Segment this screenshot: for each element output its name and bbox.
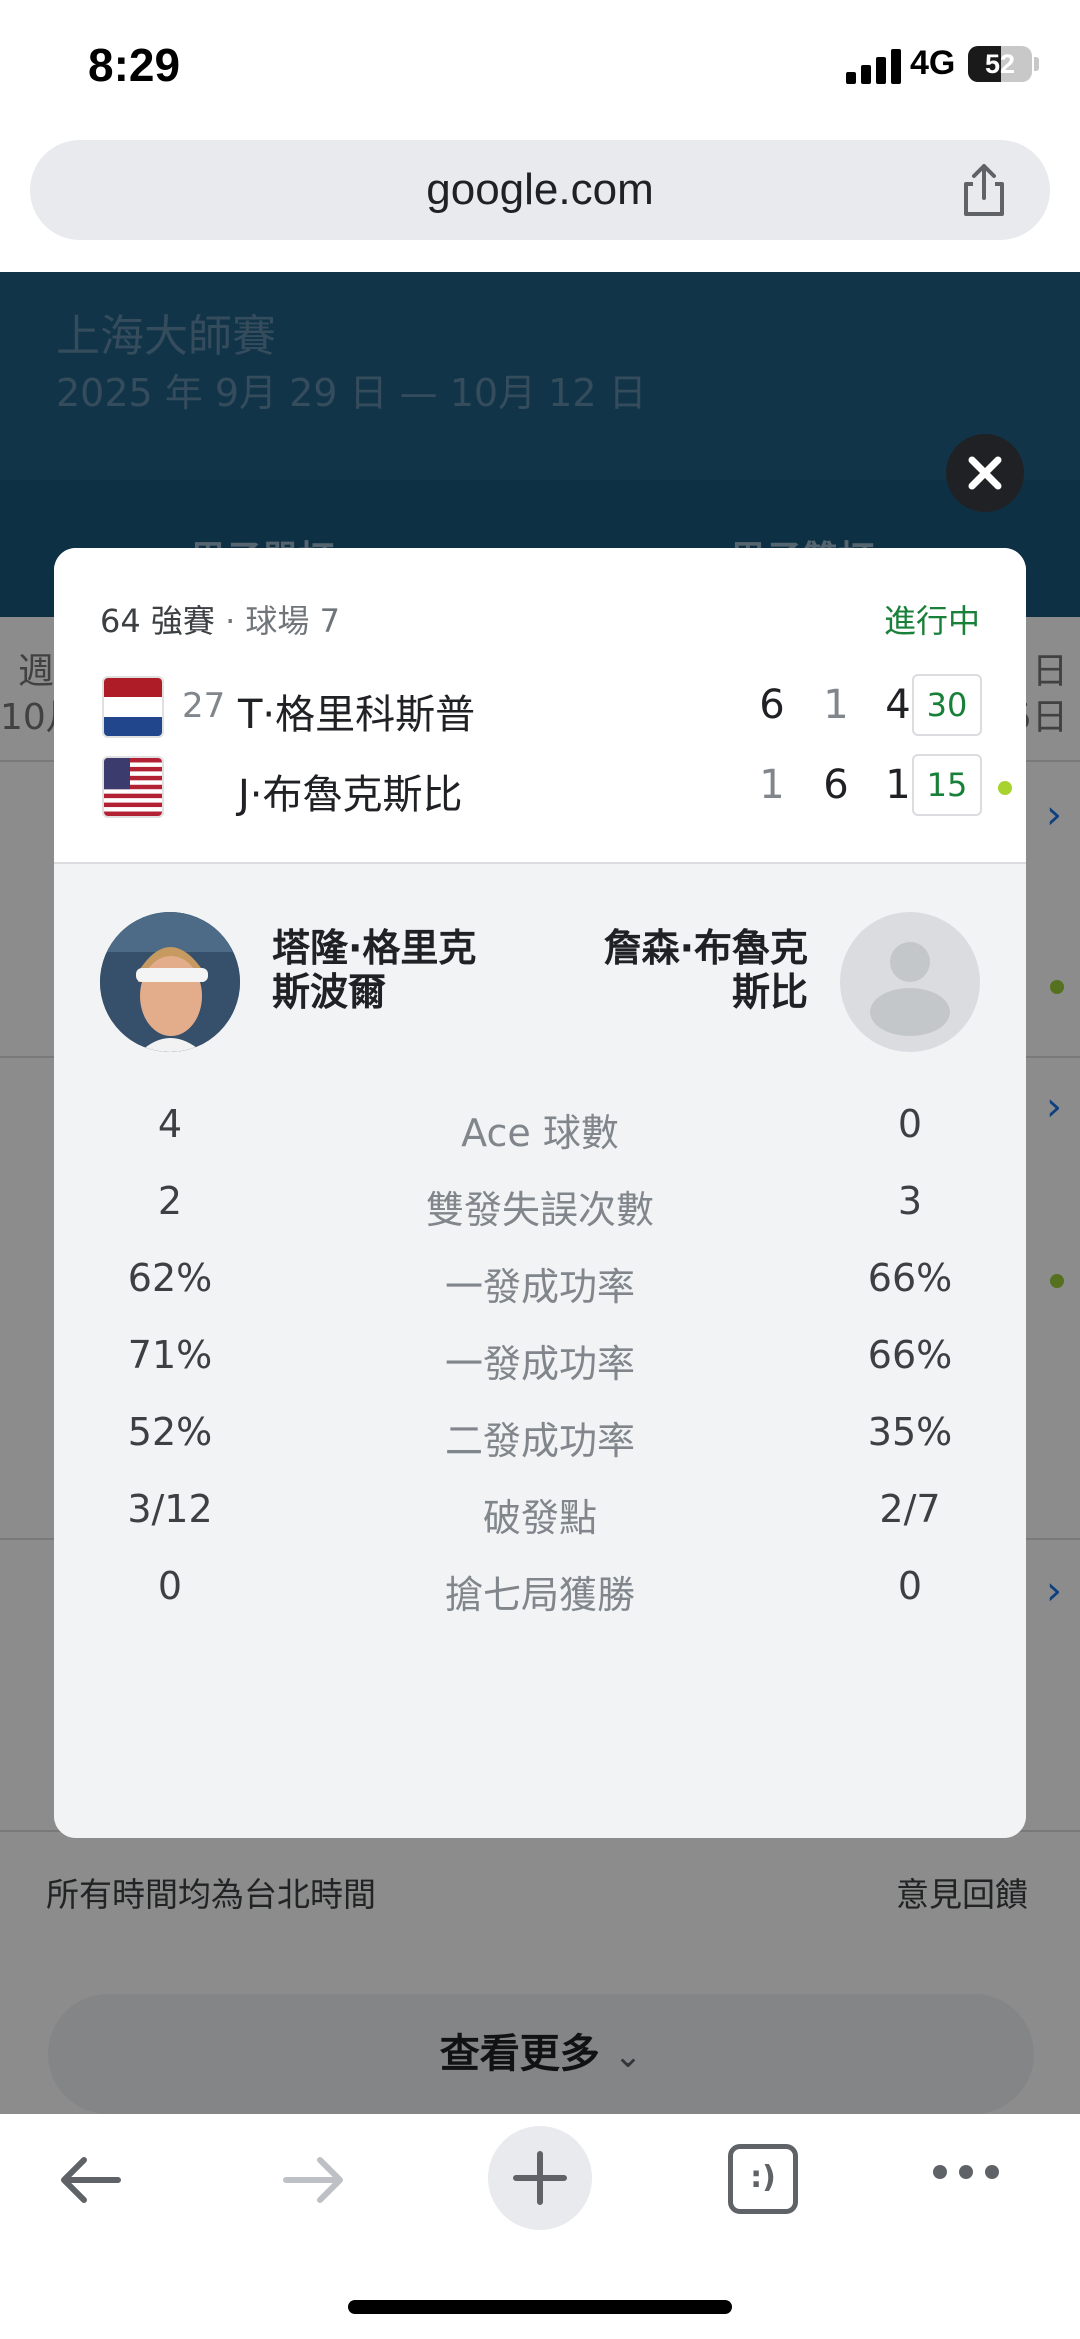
stat-row: 4 Ace 球數 0 xyxy=(54,1102,1026,1162)
player-photo xyxy=(100,912,240,1052)
stats-panel: 塔隆·格里克 斯波爾 詹森·布魯克 斯比 4 Ace 球數 0 2 雙發失誤次數 3 62%… xyxy=(54,864,1026,1838)
share-icon[interactable] xyxy=(956,162,1012,218)
match-status: 進行中 xyxy=(883,602,980,640)
plus-icon xyxy=(513,2151,567,2205)
battery-tip xyxy=(1034,57,1039,71)
back-arrow-icon[interactable] xyxy=(56,2152,124,2208)
set-score: 1 xyxy=(823,682,849,728)
round-info: 64 強賽 · 球場 7 xyxy=(100,602,340,640)
stat-left-value: 4 xyxy=(157,1102,183,1146)
stat-row: 52% 二發成功率 35% xyxy=(54,1410,1026,1470)
game-score: 30 xyxy=(912,674,982,736)
close-icon xyxy=(968,456,1002,490)
stat-label: 雙發失誤次數 xyxy=(425,1188,654,1232)
stat-right-value: 66% xyxy=(867,1333,953,1377)
stat-row: 71% 一發成功率 66% xyxy=(54,1333,1026,1393)
stat-label: 破發點 xyxy=(482,1496,597,1540)
status-bar: 8:29 4G 52 xyxy=(0,0,1080,132)
left-player-name: 塔隆·格里克 斯波爾 xyxy=(272,926,477,1014)
tab-switcher-icon[interactable]: :) xyxy=(728,2144,798,2214)
netherlands-flag-icon xyxy=(104,678,162,736)
player-row: 27 T·格里科斯普 6 1 4 30 xyxy=(54,666,1026,746)
serving-indicator xyxy=(998,781,1012,795)
stat-right-value: 3 xyxy=(897,1179,923,1223)
more-icon[interactable] xyxy=(930,2162,1002,2182)
round-label: 64 強賽 xyxy=(100,602,215,640)
right-player-name: 詹森·布魯克 斯比 xyxy=(603,926,808,1014)
stat-left-value: 3/12 xyxy=(127,1487,213,1531)
player-row: J·布魯克斯比 1 6 1 15 xyxy=(54,746,1026,826)
court-label: 球場 7 xyxy=(245,602,340,640)
stat-right-value: 2/7 xyxy=(879,1487,941,1531)
usa-flag-icon xyxy=(104,758,162,816)
stat-label: Ace 球數 xyxy=(461,1111,619,1155)
stat-label: 搶七局獲勝 xyxy=(444,1573,635,1617)
stat-row: 62% 一發成功率 66% xyxy=(54,1256,1026,1316)
url-domain[interactable]: google.com xyxy=(30,140,1050,240)
player-seed: 27 xyxy=(182,686,226,726)
stat-label: 二發成功率 xyxy=(444,1419,635,1463)
stat-row: 2 雙發失誤次數 3 xyxy=(54,1179,1026,1239)
stat-right-value: 35% xyxy=(867,1410,953,1454)
match-stats-dialog: 64 強賽 · 球場 7 進行中 27 T·格里科斯普 6 1 4 30 J·布… xyxy=(54,548,1026,1838)
stat-left-value: 52% xyxy=(127,1410,213,1454)
set-score: 6 xyxy=(759,682,785,728)
stat-left-value: 62% xyxy=(127,1256,213,1300)
forward-arrow-icon[interactable] xyxy=(280,2152,348,2208)
match-scoreboard: 64 強賽 · 球場 7 進行中 27 T·格里科斯普 6 1 4 30 J·布… xyxy=(54,548,1026,864)
avatar-placeholder-icon xyxy=(840,912,980,1052)
player-name: J·布魯克斯比 xyxy=(238,772,463,818)
stat-label: 一發成功率 xyxy=(444,1265,635,1309)
stat-row: 0 搶七局獲勝 0 xyxy=(54,1564,1026,1624)
stat-left-value: 2 xyxy=(157,1179,183,1223)
stat-right-value: 0 xyxy=(897,1102,923,1146)
status-time: 8:29 xyxy=(88,39,181,91)
stat-right-value: 0 xyxy=(897,1564,923,1608)
battery-icon: 52 xyxy=(968,46,1032,82)
set-score: 6 xyxy=(823,762,849,808)
stat-left-value: 0 xyxy=(157,1564,183,1608)
game-score: 15 xyxy=(912,754,982,816)
close-button[interactable] xyxy=(946,434,1024,512)
battery-level: 52 xyxy=(984,49,1016,79)
new-tab-button[interactable] xyxy=(488,2126,592,2230)
set-score: 1 xyxy=(759,762,785,808)
signal-icon xyxy=(846,48,902,84)
network-type: 4G xyxy=(910,44,956,82)
stat-row: 3/12 破發點 2/7 xyxy=(54,1487,1026,1547)
address-bar[interactable]: google.com xyxy=(30,140,1050,240)
home-indicator xyxy=(348,2300,732,2314)
stat-label: 一發成功率 xyxy=(444,1342,635,1386)
stat-left-value: 71% xyxy=(127,1333,213,1377)
stat-right-value: 66% xyxy=(867,1256,953,1300)
player-name: T·格里科斯普 xyxy=(238,692,476,738)
